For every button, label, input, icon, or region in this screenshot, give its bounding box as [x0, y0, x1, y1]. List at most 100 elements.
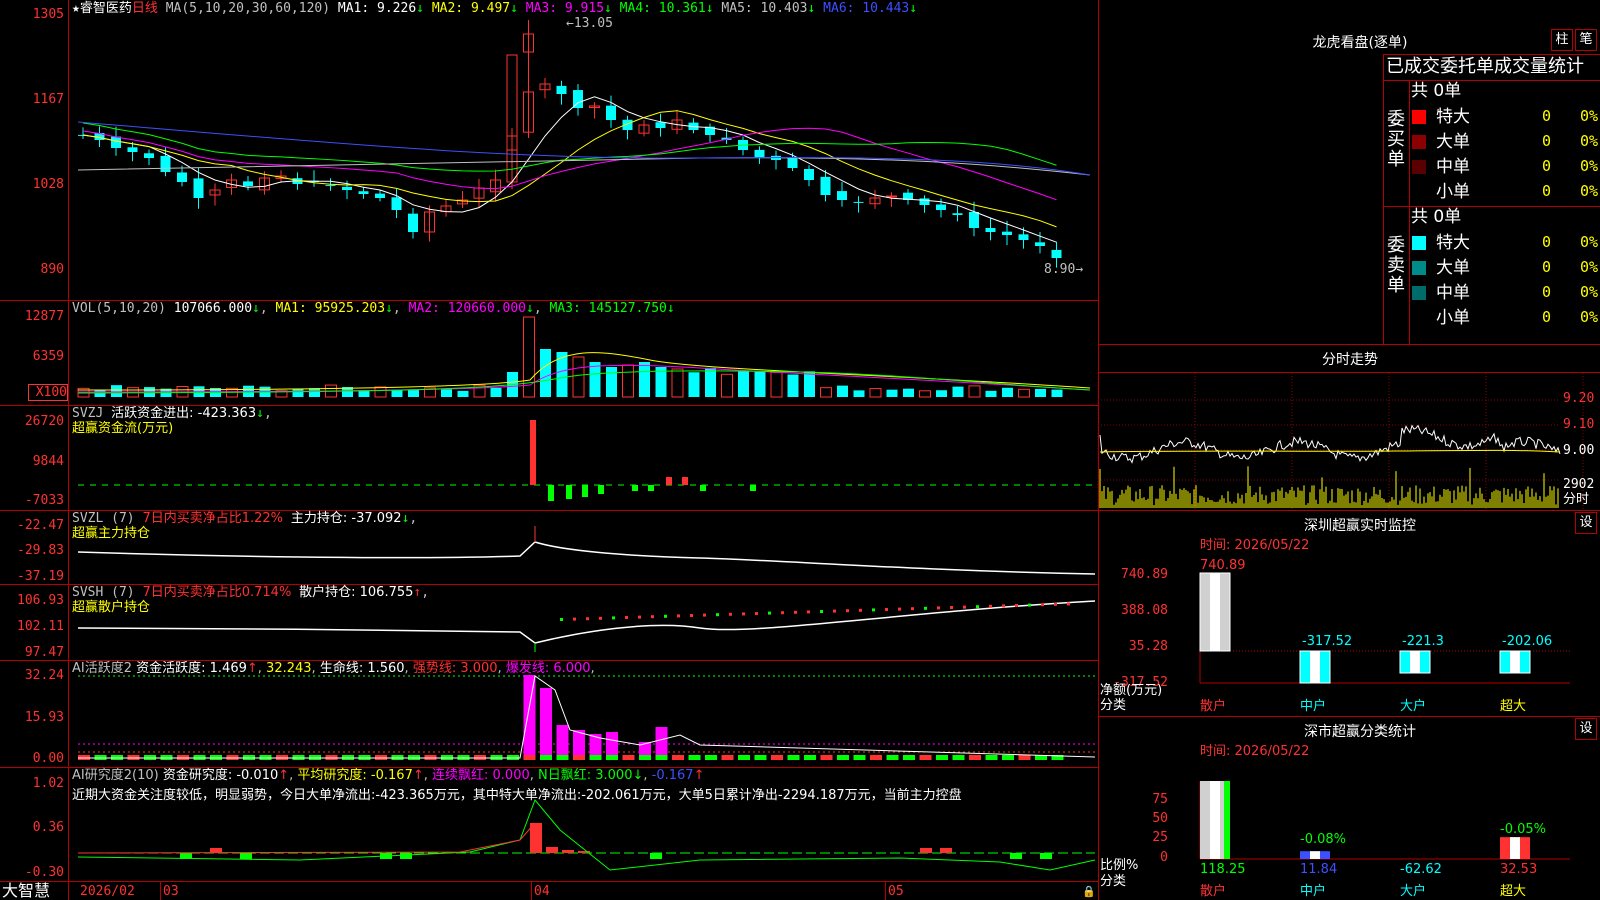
- favorite-star-icon[interactable]: ★: [72, 1, 80, 16]
- volume-bar: [589, 362, 601, 397]
- activity-bar: [969, 755, 981, 760]
- retail-tick: [950, 606, 953, 609]
- intraday-vol-label: 2902: [1563, 477, 1595, 492]
- volume-bar: [671, 368, 684, 398]
- tick-mode-button[interactable]: 笔: [1575, 29, 1597, 51]
- svzl-axis-label: -22.47: [17, 518, 64, 533]
- svzj-header: SVZJ 活跃资金进出: -423.363↓,: [72, 406, 272, 421]
- candle-body: [985, 227, 996, 232]
- monitor-category: 超大: [1500, 699, 1527, 714]
- candle-body: [160, 155, 171, 172]
- retail-tick: [755, 612, 758, 615]
- order-pct: 0%: [1580, 283, 1599, 301]
- lock-icon[interactable]: 🔒: [1082, 884, 1096, 899]
- candle-body: [655, 122, 666, 128]
- divider: [1383, 54, 1600, 55]
- classify-value: -62.62: [1400, 862, 1442, 877]
- date-tick: [160, 882, 161, 900]
- volume-bar: [968, 385, 981, 398]
- candle-body: [1002, 231, 1012, 235]
- volume-bar: [919, 390, 931, 398]
- research-bar: [400, 853, 412, 859]
- fund-flow-bar: [598, 485, 604, 494]
- activity-bar: [705, 755, 717, 760]
- candle-body: [127, 147, 138, 152]
- fund-flow-bar: [566, 485, 572, 499]
- divider: [1409, 80, 1410, 344]
- volume-bar: [853, 390, 865, 397]
- bar-mode-button[interactable]: 柱: [1551, 29, 1573, 51]
- activity-bar: [952, 755, 965, 760]
- ma-value: MA3: 9.915: [517, 1, 605, 16]
- divider: [1383, 54, 1384, 344]
- research-line-red: [77, 822, 536, 854]
- retail-tick: [638, 615, 641, 619]
- retail-tick: [599, 616, 602, 620]
- svsh-subtitle: 超赢散户持仓: [72, 600, 151, 615]
- volume-bar: [309, 388, 320, 397]
- vol-unit-button[interactable]: X100: [28, 384, 68, 401]
- research-bar: [650, 853, 662, 859]
- intraday-axis-label: 9.10: [1563, 417, 1595, 432]
- fund-flow-bar: [632, 485, 638, 491]
- ma2-line: [82, 110, 1057, 228]
- monitor-ylabel: 净额(万元): [1100, 683, 1163, 698]
- retail-tick: [924, 606, 927, 610]
- ai-research-header: AI研究度2(10) 资金研究度: -0.010↑, 平均研究度: -0.167…: [72, 768, 705, 783]
- candle-body: [853, 201, 864, 203]
- candle-body: [111, 136, 121, 148]
- candle-body: [820, 176, 831, 195]
- ma-value: MA4: 10.361: [611, 1, 706, 16]
- order-size-row: 中单 0 0%: [1412, 156, 1600, 178]
- candle-body: [342, 186, 352, 190]
- candle-body: [193, 178, 204, 198]
- intraday-avg-line: [1099, 449, 1561, 453]
- order-size-name: 大单: [1436, 258, 1470, 278]
- svzj-axis-label: 26720: [24, 414, 64, 429]
- classify-bar-highlight: [1210, 781, 1220, 859]
- ai-research-comment: 近期大资金关注度较低，明显弱势，今日大单净流出:-423.365万元，其中特大单…: [72, 788, 962, 803]
- activity-bar: [639, 755, 651, 760]
- volume-bar: [738, 371, 749, 397]
- candle-body: [969, 211, 979, 228]
- monitor-category: 大户: [1400, 699, 1427, 714]
- retail-tick: [989, 604, 992, 608]
- candle-body: [754, 149, 765, 158]
- date-tick: [531, 882, 532, 900]
- volume-bar: [837, 385, 848, 397]
- activity-bar: [804, 755, 816, 760]
- research-bar: [240, 853, 252, 859]
- divider: [1098, 372, 1600, 373]
- activity-bar: [655, 755, 668, 760]
- monitor-axis-label: 35.28: [1128, 639, 1168, 654]
- kline-header: ★睿智医药日线 MA(5,10,20,30,60,120) MA1: 9.226…: [72, 1, 917, 16]
- order-size-row: 中单 0 0%: [1412, 282, 1600, 304]
- volume-bar: [457, 390, 469, 397]
- classify-settings-button[interactable]: 设: [1575, 718, 1597, 740]
- candle-body: [375, 193, 385, 198]
- candle-body: [391, 197, 402, 210]
- volume-bar: [770, 371, 783, 398]
- volume-bar: [572, 356, 585, 398]
- retail-tick: [1028, 603, 1031, 607]
- classify-bar-highlight: [1510, 837, 1520, 859]
- order-size-row: 特大 0 0%: [1412, 232, 1600, 254]
- volume-bar: [903, 388, 914, 397]
- kline-axis-label: 1305: [32, 7, 64, 22]
- candle-body: [1051, 249, 1062, 258]
- candle-body: [556, 85, 567, 94]
- retail-tick: [768, 611, 771, 615]
- volume-bar: [936, 390, 947, 397]
- monitor-settings-button[interactable]: 设: [1575, 512, 1597, 534]
- volume-bar: [787, 374, 799, 397]
- period-label[interactable]: 日线: [132, 1, 158, 16]
- ai-activity-axis-label: 0.00: [32, 751, 64, 766]
- volume-bar: [1018, 388, 1030, 398]
- ma-value: MA1: 9.226: [337, 1, 417, 16]
- activity-bar: [738, 755, 750, 760]
- order-pct: 0%: [1580, 182, 1599, 200]
- classify-axis-label: 75: [1152, 792, 1168, 807]
- order-color-swatch: [1412, 110, 1426, 124]
- order-count: 0: [1542, 233, 1552, 251]
- classify-category: 大户: [1400, 884, 1427, 899]
